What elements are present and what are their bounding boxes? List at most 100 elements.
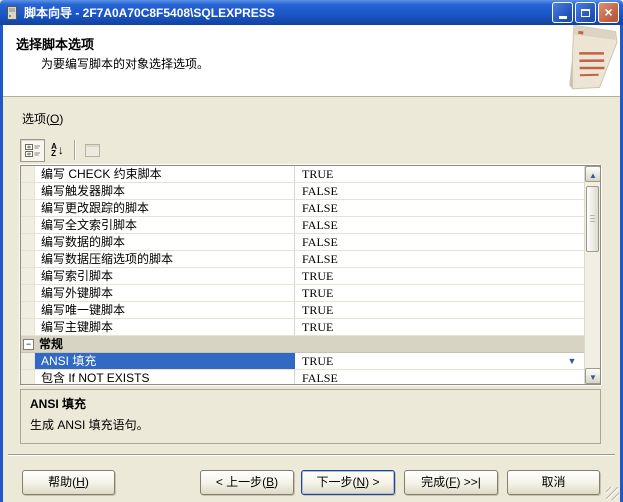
property-name[interactable]: 编写全文索引脚本 (35, 217, 295, 233)
scroll-down-button[interactable]: ▼ (585, 368, 601, 384)
category-row[interactable]: − 常规 (21, 336, 584, 353)
property-value[interactable]: TRUE (295, 166, 584, 182)
property-value[interactable]: FALSE (295, 200, 584, 216)
button-label: 取消 (541, 475, 565, 489)
title-bar[interactable]: 脚本向导 - 2F7A0A70C8F5408\SQLEXPRESS × (0, 0, 623, 25)
property-grid: 编写 CHECK 约束脚本 TRUE 编写触发器脚本 FALSE 编写更改跟踪的… (20, 165, 601, 385)
window-frame-left (0, 25, 3, 502)
button-label: 下一步( (316, 475, 356, 489)
minimize-button[interactable] (552, 2, 573, 23)
property-name[interactable]: 编写外键脚本 (35, 285, 295, 301)
toolbar-separator (74, 140, 76, 160)
property-value[interactable]: FALSE (295, 370, 584, 385)
scroll-up-icon: ▲ (589, 171, 597, 180)
collapse-glyph: − (26, 339, 31, 349)
maximize-button[interactable] (575, 2, 596, 23)
property-name[interactable]: 编写主键脚本 (35, 319, 295, 335)
property-value[interactable]: TRUE (295, 319, 584, 335)
button-label: ) (274, 475, 278, 489)
sort-alphabetical-icon: AZ ↓ (51, 143, 64, 157)
finish-button[interactable]: 完成(F) >>| (404, 470, 498, 495)
description-panel: ANSI 填充 生成 ANSI 填充语句。 (20, 389, 601, 444)
window-title: 脚本向导 - 2F7A0A70C8F5408\SQLEXPRESS (24, 4, 550, 21)
property-row[interactable]: 编写全文索引脚本 FALSE (21, 217, 584, 234)
row-indent (21, 353, 35, 369)
row-indent (21, 268, 35, 284)
property-name[interactable]: 编写 CHECK 约束脚本 (35, 166, 295, 182)
row-indent (21, 302, 35, 318)
cancel-button[interactable]: 取消 (507, 470, 600, 495)
button-mnemonic: H (76, 475, 85, 489)
maximize-icon (581, 9, 590, 17)
property-value[interactable]: TRUE (295, 302, 584, 318)
footer-separator (8, 454, 615, 456)
property-row[interactable]: 编写外键脚本 TRUE (21, 285, 584, 302)
property-grid-toolbar: AZ ↓ (20, 138, 105, 162)
categorized-button[interactable] (20, 139, 45, 162)
property-row[interactable]: 编写数据的脚本 FALSE (21, 234, 584, 251)
button-mnemonic: B (266, 475, 274, 489)
property-row[interactable]: 编写唯一键脚本 TRUE (21, 302, 584, 319)
window-controls: × (550, 2, 619, 23)
resize-grip[interactable] (606, 487, 619, 500)
property-name[interactable]: 编写数据的脚本 (35, 234, 295, 250)
row-indent (21, 251, 35, 267)
property-value[interactable]: FALSE (295, 217, 584, 233)
property-row[interactable]: 编写 CHECK 约束脚本 TRUE (21, 166, 584, 183)
property-value[interactable]: FALSE (295, 183, 584, 199)
property-name[interactable]: ANSI 填充 (35, 353, 295, 369)
wizard-header: 选择脚本选项 为要编写脚本的对象选择选项。 (3, 25, 620, 97)
next-button[interactable]: 下一步(N) > (301, 470, 395, 495)
property-name[interactable]: 编写唯一键脚本 (35, 302, 295, 318)
back-button[interactable]: < 上一步(B) (200, 470, 294, 495)
button-label: 帮助( (48, 475, 76, 489)
script-wizard-window: 脚本向导 - 2F7A0A70C8F5408\SQLEXPRESS × 选择脚本… (0, 0, 623, 502)
window-icon (4, 5, 20, 21)
options-label-text: 选项( (22, 112, 50, 126)
close-icon: × (604, 3, 612, 22)
options-mnemonic: O (50, 112, 59, 126)
button-label: ) (85, 475, 89, 489)
property-row-selected[interactable]: ANSI 填充 TRUE ▼ (21, 353, 584, 370)
value-dropdown-button[interactable]: ▼ (564, 353, 580, 369)
property-rows: 编写 CHECK 约束脚本 TRUE 编写触发器脚本 FALSE 编写更改跟踪的… (21, 166, 584, 385)
property-row[interactable]: 编写索引脚本 TRUE (21, 268, 584, 285)
description-text: 生成 ANSI 填充语句。 (30, 416, 591, 433)
category-name: 常规 (36, 336, 63, 352)
property-row[interactable]: 编写数据压缩选项的脚本 FALSE (21, 251, 584, 268)
minimize-icon (559, 16, 567, 19)
script-scroll-image (552, 25, 618, 95)
close-button[interactable]: × (598, 2, 619, 23)
row-indent (21, 217, 35, 233)
property-row[interactable]: 编写更改跟踪的脚本 FALSE (21, 200, 584, 217)
property-value[interactable]: FALSE (295, 234, 584, 250)
help-button[interactable]: 帮助(H) (22, 470, 115, 495)
button-mnemonic: N (356, 475, 365, 489)
scrollbar-thumb[interactable] (586, 186, 599, 252)
property-row[interactable]: 编写触发器脚本 FALSE (21, 183, 584, 200)
row-indent (21, 370, 35, 385)
property-name[interactable]: 编写更改跟踪的脚本 (35, 200, 295, 216)
row-indent (21, 200, 35, 216)
property-name[interactable]: 编写索引脚本 (35, 268, 295, 284)
collapse-icon[interactable]: − (23, 339, 34, 350)
property-name[interactable]: 编写数据压缩选项的脚本 (35, 251, 295, 267)
property-pages-button (80, 139, 105, 162)
options-label: 选项(O) (22, 110, 63, 127)
chevron-down-icon: ▼ (568, 356, 577, 366)
property-value[interactable]: FALSE (295, 251, 584, 267)
scroll-up-button[interactable]: ▲ (585, 166, 601, 182)
property-value[interactable]: TRUE (295, 285, 584, 301)
button-label: ) > (365, 475, 379, 489)
property-row[interactable]: 编写主键脚本 TRUE (21, 319, 584, 336)
button-label: ) >>| (456, 475, 480, 489)
property-value[interactable]: TRUE (295, 353, 584, 369)
property-row[interactable]: 包含 If NOT EXISTS FALSE (21, 370, 584, 385)
page-title: 选择脚本选项 (16, 34, 94, 53)
property-name[interactable]: 编写触发器脚本 (35, 183, 295, 199)
sort-alphabetical-button[interactable]: AZ ↓ (45, 139, 70, 162)
property-value[interactable]: TRUE (295, 268, 584, 284)
vertical-scrollbar[interactable]: ▲ ▼ (584, 166, 600, 384)
property-name[interactable]: 包含 If NOT EXISTS (35, 370, 295, 385)
row-indent (21, 183, 35, 199)
